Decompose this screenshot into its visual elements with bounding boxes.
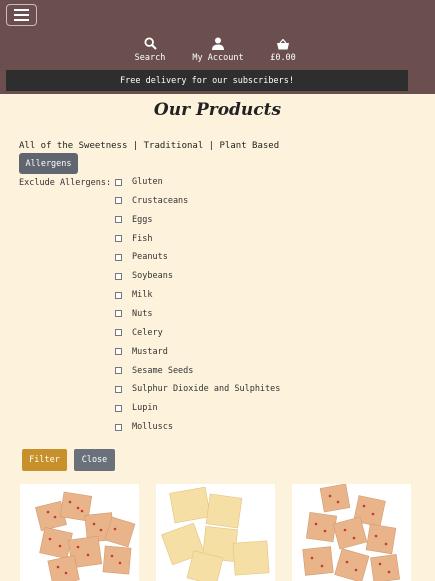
exclude-allergens-label: Exclude Allergens: (19, 178, 112, 188)
nav-account-label: My Account (192, 53, 244, 63)
product-image (20, 484, 139, 581)
allergen-checkbox[interactable] (115, 291, 122, 299)
nav-search-label: Search (134, 53, 166, 63)
allergen-option[interactable]: Fish (115, 234, 152, 244)
site-header: Search My Account £0.00 Free delivery fo… (0, 0, 435, 94)
allergen-checkbox[interactable] (115, 253, 122, 261)
allergen-label: Lupin (132, 403, 158, 414)
product-image (292, 484, 411, 581)
allergen-label: Nuts (132, 308, 153, 319)
allergen-label: Peanuts (132, 252, 168, 263)
user-icon (212, 36, 224, 50)
allergen-label: Molluscs (132, 422, 173, 433)
category-traditional[interactable]: Traditional (144, 141, 204, 151)
allergen-option[interactable]: Crustaceans (115, 196, 188, 206)
allergen-checkbox[interactable] (115, 310, 122, 318)
allergen-label: Sulphur Dioxide and Sulphites (132, 384, 281, 395)
category-separator: | (203, 141, 220, 151)
allergen-checkbox[interactable] (115, 423, 122, 431)
allergen-checkbox[interactable] (115, 404, 122, 412)
product-card[interactable] (292, 484, 411, 581)
nav-basket[interactable]: £0.00 (265, 36, 301, 63)
category-filters: All of the Sweetness | Traditional | Pla… (19, 141, 279, 151)
basket-total: £0.00 (270, 53, 296, 63)
allergen-option[interactable]: Gluten (115, 177, 163, 187)
filter-button[interactable]: Filter (22, 449, 67, 471)
allergen-label: Milk (132, 290, 153, 301)
allergen-option[interactable]: Sesame Seeds (115, 366, 193, 376)
allergen-option[interactable]: Lupin (115, 403, 158, 413)
delivery-banner: Free delivery for our subscribers! (6, 70, 408, 91)
allergen-checkbox[interactable] (115, 367, 122, 374)
allergen-option[interactable]: Mustard (115, 347, 168, 357)
allergen-label: Mustard (132, 346, 168, 357)
close-button[interactable]: Close (74, 449, 115, 471)
allergen-label: Fish (132, 233, 153, 244)
allergen-checkbox[interactable] (115, 235, 122, 243)
allergens-button[interactable]: Allergens (19, 153, 78, 174)
allergen-option[interactable]: Eggs (115, 215, 152, 225)
category-all[interactable]: All of the Sweetness (19, 141, 127, 151)
allergen-label: Celery (132, 327, 163, 338)
product-card[interactable] (156, 484, 275, 581)
allergen-label: Soybeans (132, 271, 173, 282)
nav-search[interactable]: Search (134, 36, 166, 63)
allergen-checkbox[interactable] (115, 348, 122, 356)
allergen-option[interactable]: Celery (115, 328, 163, 338)
allergen-option[interactable]: Sulphur Dioxide and Sulphites (115, 384, 280, 394)
category-separator: | (127, 141, 144, 151)
allergen-label: Eggs (132, 214, 153, 225)
allergen-checkbox[interactable] (115, 329, 122, 337)
allergen-checkbox[interactable] (115, 197, 122, 205)
hamburger-icon[interactable] (6, 4, 37, 26)
allergen-checkbox[interactable] (115, 385, 122, 393)
nav-account[interactable]: My Account (190, 36, 246, 63)
allergen-label: Gluten (132, 177, 163, 187)
allergen-checkbox[interactable] (115, 272, 122, 280)
product-card[interactable] (20, 484, 139, 581)
basket-icon (277, 36, 289, 50)
page-title: Our Products (153, 100, 282, 120)
allergen-checkbox[interactable] (115, 178, 122, 186)
allergen-option[interactable]: Milk (115, 290, 152, 300)
allergen-option[interactable]: Peanuts (115, 252, 168, 262)
allergen-option[interactable]: Soybeans (115, 271, 173, 281)
search-icon (143, 36, 157, 50)
category-plant-based[interactable]: Plant Based (220, 141, 280, 151)
allergen-label: Crustaceans (132, 195, 189, 206)
allergen-checkbox[interactable] (115, 216, 122, 224)
product-image (156, 484, 275, 581)
allergen-label: Sesame Seeds (132, 365, 194, 376)
allergen-option[interactable]: Molluscs (115, 422, 173, 432)
allergen-option[interactable]: Nuts (115, 309, 152, 319)
